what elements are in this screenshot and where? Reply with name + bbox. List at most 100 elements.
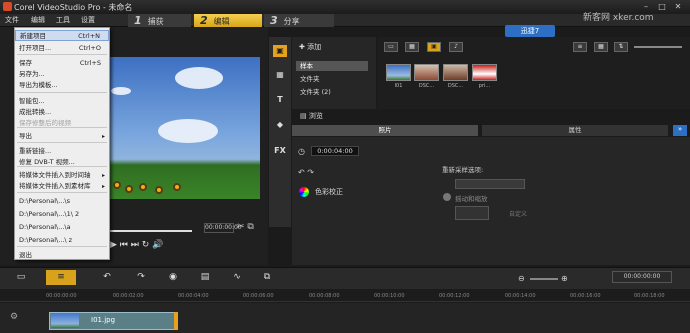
media-icon[interactable]: ▣	[273, 45, 287, 57]
file-menu-item[interactable]: 智能包...	[15, 96, 109, 107]
zoom-out-icon[interactable]: ⊖	[518, 274, 525, 283]
file-menu-item[interactable]: D:\Personal\...\ z	[15, 235, 109, 246]
step-edit[interactable]: 2 编辑	[194, 14, 262, 27]
close-icon[interactable]: ✕	[672, 2, 684, 12]
menu-tools[interactable]: 工具	[56, 15, 70, 26]
menu-item-label: 导出	[19, 132, 32, 140]
duration-field[interactable]: 0:00:04:00	[311, 146, 359, 156]
video-preview	[103, 57, 260, 199]
thumb-dsc2[interactable]	[443, 64, 468, 81]
file-menu-item[interactable]: 将媒体文件插入到素材库 ▸	[15, 181, 109, 192]
step-capture[interactable]: 1 捕获	[128, 14, 191, 27]
thumb-dsc1[interactable]	[414, 64, 439, 81]
clip-label: I01.jpg	[91, 316, 116, 324]
filter-photo-icon[interactable]: ▣	[427, 42, 441, 52]
thumb-label: I01	[394, 83, 403, 89]
thumb-view-icon[interactable]: ▦	[594, 42, 608, 52]
ruler-tick: 00:00:10:00	[374, 293, 405, 299]
pan-zoom-preset[interactable]	[455, 206, 489, 220]
tab-attributes[interactable]: 属性	[482, 125, 668, 136]
clip-trim-handle[interactable]	[174, 312, 178, 330]
plus-icon: ✚	[299, 43, 308, 51]
file-menu-item[interactable]: D:\Personal\...\a	[15, 222, 109, 233]
file-menu-item[interactable]: 修复 DVB-T 视频...	[15, 157, 109, 168]
file-menu-item[interactable]: 导出为模板...	[15, 80, 109, 91]
custom-button[interactable]: 自定义	[509, 209, 527, 218]
filter-icon[interactable]: FX	[273, 145, 287, 157]
undo-icon[interactable]: ↶	[98, 270, 116, 285]
browse-button[interactable]: ▤ 浏览	[300, 111, 323, 121]
menu-settings[interactable]: 设置	[81, 15, 95, 26]
file-menu-item[interactable]: 将媒体文件插入到时间轴 ▸	[15, 170, 109, 181]
graphic-icon[interactable]: ◆	[273, 119, 287, 131]
resample-select[interactable]	[455, 179, 525, 189]
pan-zoom-radio[interactable]	[443, 193, 451, 201]
file-menu-item[interactable]: 重新链接...	[15, 146, 109, 157]
audio-wave-icon[interactable]: ∿	[228, 270, 246, 285]
file-menu-item[interactable]: D:\Personal\...\s	[15, 196, 109, 207]
tab-photo[interactable]: 照片	[292, 125, 478, 136]
menu-file[interactable]: 文件	[5, 15, 19, 26]
add-folder-button[interactable]: ✚ 添加	[299, 42, 321, 52]
collapse-icon[interactable]: »	[673, 125, 687, 136]
preview-timecode[interactable]: 00:00:00:00	[204, 223, 242, 233]
list-view-icon[interactable]: ≡	[573, 42, 587, 52]
sort-icon[interactable]: ⇅	[614, 42, 628, 52]
redo-icon[interactable]: ↷	[132, 270, 150, 285]
tree-item-folder[interactable]: 文件夹	[296, 74, 368, 84]
maximize-icon[interactable]: □	[656, 2, 668, 12]
menu-item-label: 保存修整后的视频	[19, 119, 71, 127]
ruler-tick: 00:00:04:00	[178, 293, 209, 299]
menu-edit[interactable]: 编辑	[31, 15, 45, 26]
file-menu-item[interactable]: 退出	[15, 250, 109, 261]
zoom-slider[interactable]	[530, 278, 558, 280]
file-menu-item[interactable]: 新建项目 Ctrl+N	[15, 30, 109, 41]
track-manager-icon[interactable]: ⧉	[258, 270, 276, 285]
transition-icon[interactable]: ▦	[273, 69, 287, 81]
timeline-timecode[interactable]: 00:00:00:00	[612, 271, 672, 283]
menu-item-shortcut: Ctrl+N	[78, 32, 100, 40]
file-menu: 新建项目 Ctrl+N 打开项目... Ctrl+O 保存 Ctrl+S 另存为... 导出为…	[14, 27, 110, 260]
thumb-pri[interactable]	[472, 64, 497, 81]
record-capture-icon[interactable]: ◉	[164, 270, 182, 285]
file-menu-item[interactable]: 导出 ▸	[15, 131, 109, 142]
thumb-label: DSC...	[418, 83, 435, 89]
color-correction-button[interactable]: 色彩校正	[315, 187, 343, 197]
menu-item-shortcut: Ctrl+O	[78, 44, 101, 52]
filter-video-icon[interactable]: ▦	[405, 42, 419, 52]
file-menu-item[interactable]: 打开项目... Ctrl+O	[15, 43, 109, 54]
file-menu-item[interactable]: 保存 Ctrl+S	[15, 58, 109, 69]
step-share[interactable]: 3 分享	[264, 14, 334, 27]
trim-icon[interactable]: ✂ ⧉	[237, 222, 254, 232]
mixer-icon[interactable]: ▤	[196, 270, 214, 285]
file-menu-item[interactable]: 成批转换...	[15, 107, 109, 118]
ruler-tick: 00:00:08:00	[309, 293, 340, 299]
quick-button[interactable]: 迅捷7	[505, 25, 555, 37]
tree-item-sample[interactable]: 样本	[296, 61, 368, 71]
track-icon: ⚙	[10, 312, 19, 322]
file-menu-item[interactable]: D:\Personal\...\1\ 2	[15, 209, 109, 220]
menu-item-label: 修复 DVB-T 视频...	[19, 158, 75, 166]
timeline-view-icon[interactable]: ≡	[46, 270, 76, 285]
submenu-arrow-icon: ▸	[101, 172, 105, 179]
storyboard-view-icon[interactable]: ▭	[12, 270, 30, 285]
thumb-i01[interactable]	[386, 64, 411, 81]
menu-item-label: 成批转换...	[19, 108, 52, 116]
scrubber-bar[interactable]	[110, 230, 192, 232]
tree-item-folder2[interactable]: 文件夹 (2)	[296, 87, 368, 97]
menu-item-label: D:\Personal\...\1\ 2	[19, 210, 80, 218]
menu-item-label: 退出	[19, 251, 32, 259]
filter-audio-icon[interactable]: ♪	[449, 42, 463, 52]
file-menu-item[interactable]: 另存为...	[15, 69, 109, 80]
menu-item-label: 重新链接...	[19, 147, 52, 155]
browse-icon: ▤	[300, 112, 309, 120]
pan-zoom-label: 摇动和缩放	[455, 195, 488, 203]
rotate-icon[interactable]: ↶ ↷	[298, 168, 314, 177]
playback-controls[interactable]: ▶ ⏮ ⏭ ↻ 🔊	[110, 240, 163, 250]
title-icon[interactable]: T	[273, 94, 287, 106]
menu-item-label: 导出为模板...	[19, 81, 58, 89]
zoom-in-icon[interactable]: ⊕	[561, 274, 568, 283]
folder-icon[interactable]: ▭	[384, 42, 398, 52]
options-panel	[292, 137, 690, 265]
thumb-size-slider[interactable]	[634, 46, 682, 48]
